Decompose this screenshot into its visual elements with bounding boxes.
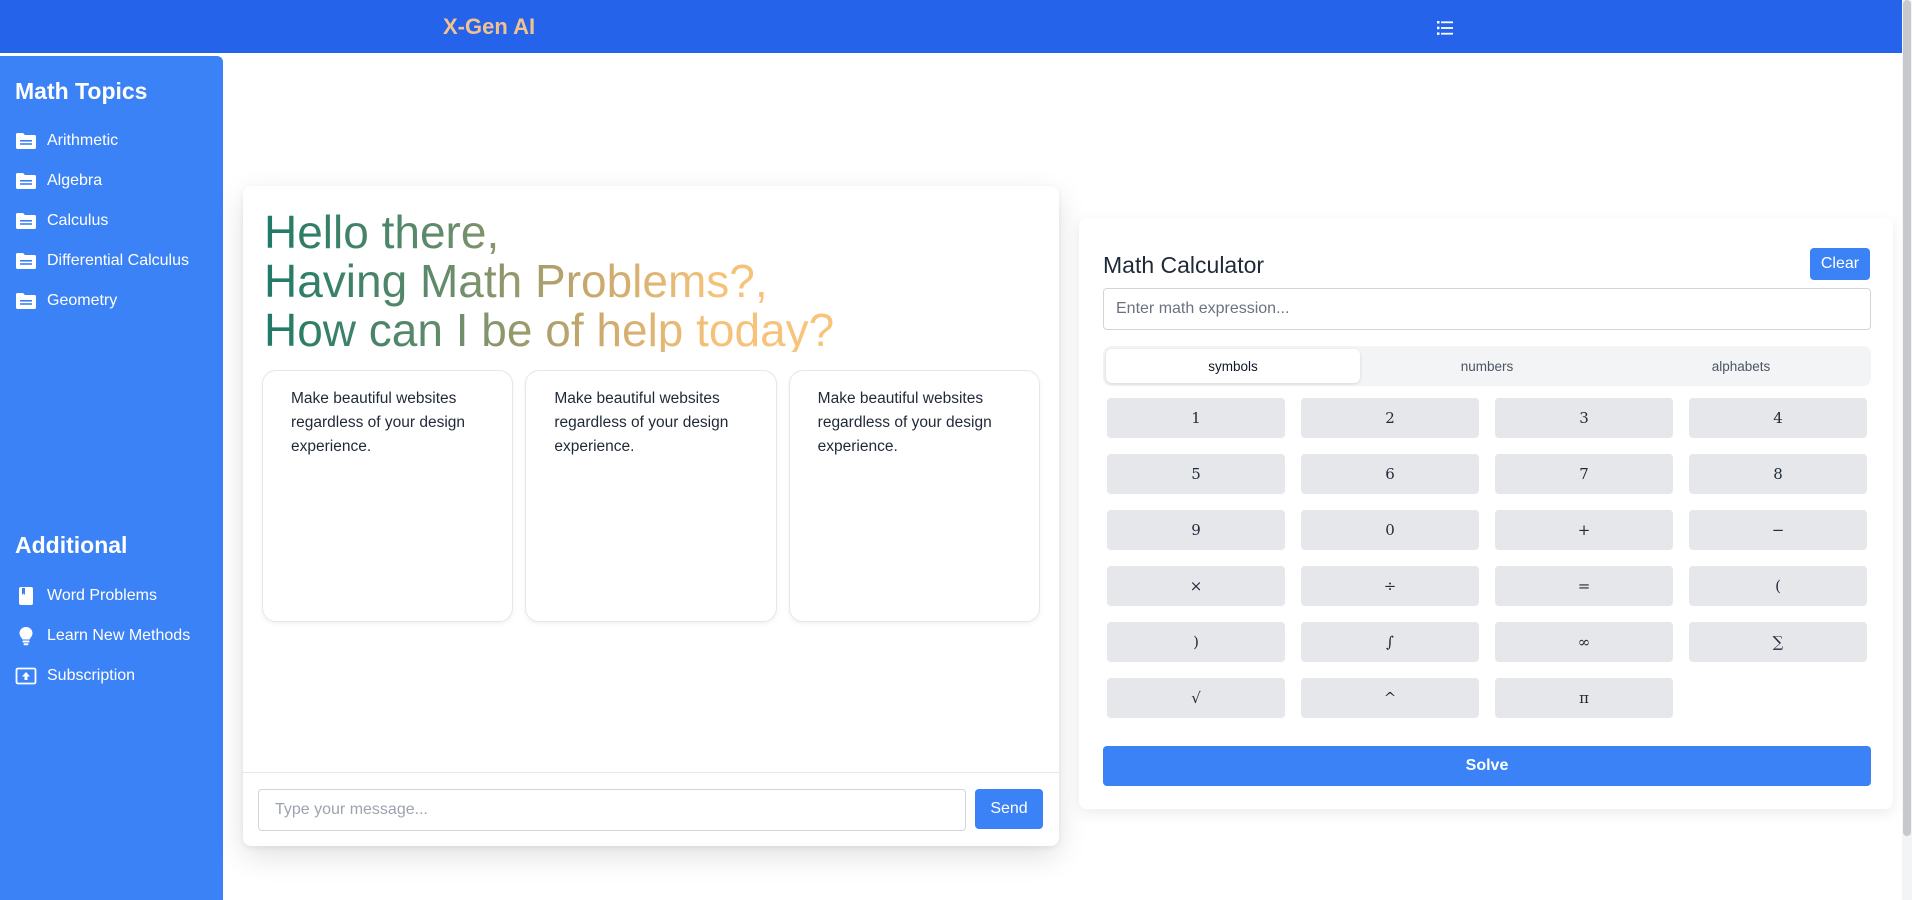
key-2[interactable]: 2: [1301, 398, 1479, 438]
solve-button[interactable]: Solve: [1103, 746, 1871, 786]
list-icon[interactable]: [1434, 17, 1456, 39]
key-4[interactable]: 4: [1689, 398, 1867, 438]
key-infinity[interactable]: ∞: [1495, 622, 1673, 662]
sidebar-item-word-problems[interactable]: Word Problems: [15, 583, 157, 609]
key-open-paren[interactable]: (: [1689, 566, 1867, 606]
chat-panel: Hello there, Having Math Problems?, How …: [243, 186, 1059, 846]
scrollbar-thumb[interactable]: [1903, 0, 1911, 836]
chat-input-bar: Send: [243, 772, 1059, 846]
suggestion-card[interactable]: Make beautiful websites regardless of yo…: [262, 370, 514, 622]
tab-symbols[interactable]: symbols: [1106, 349, 1360, 383]
sidebar-item-label: Algebra: [47, 172, 103, 189]
message-input[interactable]: [258, 789, 966, 831]
key-plus[interactable]: +: [1495, 510, 1673, 550]
book-icon: [19, 587, 33, 605]
sidebar-item-label: Geometry: [47, 292, 118, 309]
key-6[interactable]: 6: [1301, 454, 1479, 494]
sidebar-item-calculus[interactable]: Calculus: [15, 208, 108, 234]
math-calculator-panel: Math Calculator Clear symbols numbers al…: [1079, 218, 1893, 809]
sidebar-item-subscription[interactable]: Subscription: [15, 663, 135, 689]
key-8[interactable]: 8: [1689, 454, 1867, 494]
key-0[interactable]: 0: [1301, 510, 1479, 550]
sidebar-item-learn-new-methods[interactable]: Learn New Methods: [15, 623, 190, 649]
key-pi[interactable]: π: [1495, 678, 1673, 718]
keypad-tabs: symbols numbers alphabets: [1103, 346, 1871, 386]
key-power[interactable]: ^: [1301, 678, 1479, 718]
key-sqrt[interactable]: √: [1107, 678, 1285, 718]
calculator-title: Math Calculator: [1103, 252, 1265, 278]
keypad: 1 2 3 4 5 6 7 8 9 0 + − × ÷ = ( ) ∫ ∞ ∑ …: [1107, 398, 1867, 718]
suggestion-cards: Make beautiful websites regardless of yo…: [262, 370, 1040, 622]
tab-numbers[interactable]: numbers: [1360, 349, 1614, 383]
sidebar-item-label: Arithmetic: [47, 132, 119, 149]
folder-icon: [16, 133, 36, 149]
key-sum[interactable]: ∑: [1689, 622, 1867, 662]
tab-alphabets[interactable]: alphabets: [1614, 349, 1868, 383]
sidebar-item-algebra[interactable]: Algebra: [15, 168, 102, 194]
key-minus[interactable]: −: [1689, 510, 1867, 550]
sidebar-item-label: Differential Calculus: [47, 252, 189, 269]
send-button[interactable]: Send: [975, 789, 1043, 829]
page-scrollbar[interactable]: [1902, 0, 1912, 900]
folder-icon: [16, 253, 36, 269]
sidebar-item-label: Calculus: [47, 212, 109, 229]
key-5[interactable]: 5: [1107, 454, 1285, 494]
key-9[interactable]: 9: [1107, 510, 1285, 550]
clear-button[interactable]: Clear: [1810, 248, 1870, 280]
sidebar-item-differential-calculus[interactable]: Differential Calculus: [15, 248, 189, 274]
key-multiply[interactable]: ×: [1107, 566, 1285, 606]
key-integral[interactable]: ∫: [1301, 622, 1479, 662]
sidebar-item-arithmetic[interactable]: Arithmetic: [15, 128, 118, 154]
key-divide[interactable]: ÷: [1301, 566, 1479, 606]
key-equals[interactable]: =: [1495, 566, 1673, 606]
suggestion-card[interactable]: Make beautiful websites regardless of yo…: [525, 370, 777, 622]
upload-box-icon: [15, 667, 37, 685]
sidebar-item-label: Subscription: [47, 667, 136, 684]
sidebar: Math Topics Arithmetic Algebra Calculus …: [0, 56, 223, 900]
greeting-heading: Hello there, Having Math Problems?, How …: [264, 208, 1044, 352]
lightbulb-icon: [19, 627, 33, 646]
sidebar-item-label: Learn New Methods: [47, 627, 191, 644]
key-7[interactable]: 7: [1495, 454, 1673, 494]
key-close-paren[interactable]: ): [1107, 622, 1285, 662]
key-3[interactable]: 3: [1495, 398, 1673, 438]
top-navbar: X-Gen AI: [0, 0, 1902, 53]
brand-title[interactable]: X-Gen AI: [443, 14, 535, 40]
additional-heading: Additional: [15, 532, 128, 558]
folder-icon: [16, 293, 36, 309]
sidebar-item-geometry[interactable]: Geometry: [15, 288, 117, 314]
greeting-line: Having Math Problems?,: [264, 255, 768, 307]
sidebar-item-label: Word Problems: [47, 587, 157, 604]
expression-input[interactable]: [1103, 288, 1871, 330]
key-1[interactable]: 1: [1107, 398, 1285, 438]
folder-icon: [16, 173, 36, 189]
suggestion-card[interactable]: Make beautiful websites regardless of yo…: [788, 370, 1040, 622]
greeting-line: Hello there,: [264, 208, 500, 258]
greeting-line: How can I be of help today?: [264, 304, 835, 352]
folder-icon: [16, 213, 36, 229]
math-topics-heading: Math Topics: [15, 78, 148, 104]
